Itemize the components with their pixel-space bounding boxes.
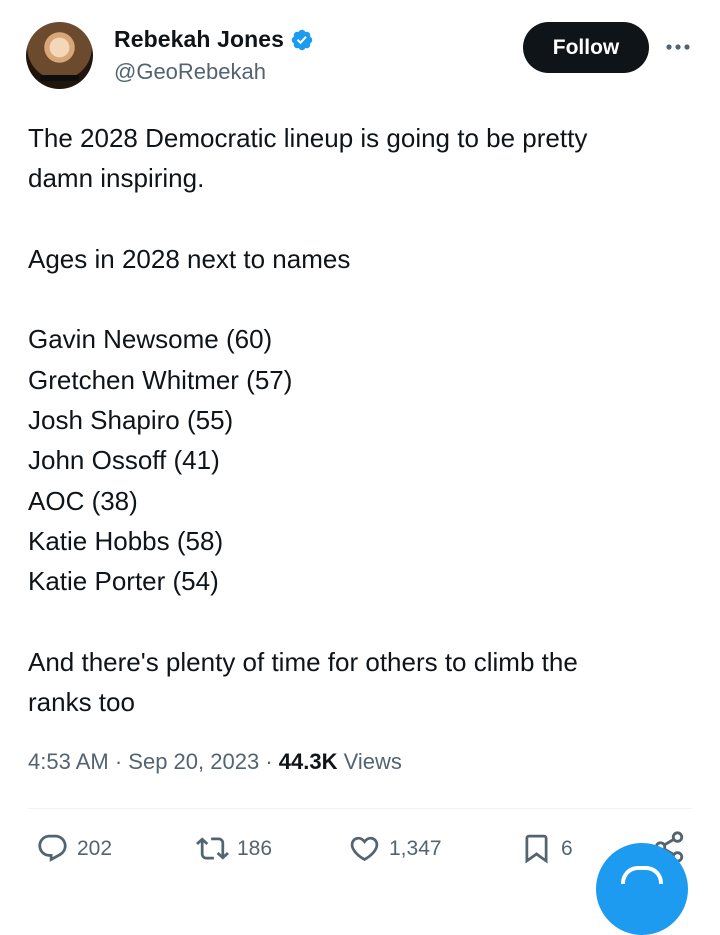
avatar-detail (40, 75, 79, 81)
compose-button[interactable] (596, 843, 688, 935)
tweet-line: ranks too (28, 687, 135, 718)
tweet-line: Katie Porter (54) (28, 566, 219, 597)
tweet-time[interactable]: 4:53 AM (28, 749, 109, 774)
more-icon[interactable] (665, 36, 691, 58)
tweet-date[interactable]: Sep 20, 2023 (128, 749, 259, 774)
tweet-line (28, 279, 688, 319)
tweet-line: damn inspiring. (28, 163, 205, 194)
views-label: Views (343, 749, 402, 774)
tweet-meta: 4:53 AM · Sep 20, 2023 · 44.3K Views (28, 749, 402, 775)
bookmark-count: 6 (561, 836, 573, 860)
like-count: 1,347 (389, 836, 442, 860)
tweet-line: Gretchen Whitmer (57) (28, 364, 293, 395)
author-name-row: Rebekah Jones (114, 26, 314, 53)
repost-count: 186 (237, 836, 273, 860)
bookmark-button[interactable]: 6 (520, 832, 573, 865)
author-handle[interactable]: @GeoRebekah (114, 59, 266, 85)
meta-separator: · (114, 749, 123, 774)
verified-badge-icon (291, 29, 313, 50)
views-count: 44.3K (278, 749, 338, 774)
like-button[interactable]: 1,347 (348, 832, 442, 865)
meta-separator: · (265, 749, 273, 774)
reply-count: 202 (77, 836, 113, 860)
repost-button[interactable]: 186 (196, 832, 272, 865)
repost-icon (196, 837, 229, 860)
tweet-line (28, 199, 688, 239)
like-icon (350, 836, 379, 862)
tweet-line: AOC (38) (28, 485, 138, 516)
tweet-line: The 2028 Democratic lineup is going to b… (28, 123, 588, 153)
tweet-line: Katie Hobbs (58) (28, 525, 224, 556)
tweet-line: Josh Shapiro (55) (28, 405, 234, 436)
reply-button[interactable]: 202 (36, 832, 112, 865)
reply-icon (38, 834, 67, 862)
tweet-line: Gavin Newsome (60) (28, 324, 273, 355)
avatar[interactable] (26, 22, 93, 89)
bookmark-icon (525, 834, 548, 864)
tweet-line: John Ossoff (41) (28, 445, 220, 476)
tweet-line (28, 602, 688, 642)
tweet-text: The 2028 Democratic lineup is going to b… (28, 118, 688, 722)
tweet-line: Ages in 2028 next to names (28, 243, 351, 274)
follow-button[interactable]: Follow (523, 22, 649, 73)
tweet-line: And there's plenty of time for others to… (28, 646, 578, 677)
author-display-name[interactable]: Rebekah Jones (114, 26, 284, 53)
divider (28, 808, 692, 809)
